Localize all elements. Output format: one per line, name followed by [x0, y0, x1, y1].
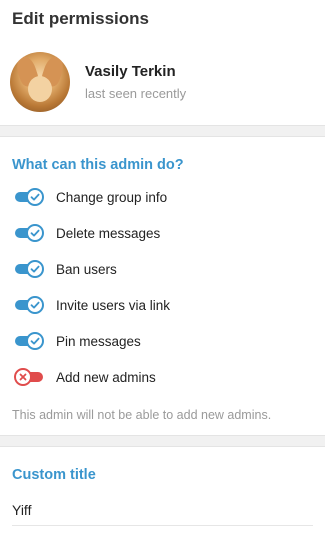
perm-label: Add new admins	[56, 369, 156, 385]
perm-label: Delete messages	[56, 225, 161, 241]
permissions-section-title: What can this admin do?	[12, 157, 184, 173]
user-row: Vasily Terkin last seen recently	[0, 38, 325, 125]
permission-note: This admin will not be able to add new a…	[12, 408, 272, 422]
custom-title-section-title: Custom title	[12, 467, 96, 483]
section-divider	[0, 435, 325, 447]
toggle-on-icon[interactable]	[14, 332, 44, 350]
custom-title-input[interactable]: Yiff	[12, 495, 313, 526]
avatar	[10, 51, 70, 112]
perm-label: Change group info	[56, 189, 168, 205]
user-name: Vasily Terkin	[85, 62, 176, 80]
section-divider	[0, 125, 325, 137]
perm-invite-users[interactable]: Invite users via link	[0, 287, 325, 323]
toggle-on-icon[interactable]	[14, 224, 44, 242]
toggle-off-icon[interactable]	[14, 368, 44, 386]
perm-add-new-admins[interactable]: Add new admins	[0, 359, 325, 395]
perm-ban-users[interactable]: Ban users	[0, 251, 325, 287]
perm-label: Invite users via link	[56, 297, 171, 313]
toggle-on-icon[interactable]	[14, 188, 44, 206]
perm-label: Pin messages	[56, 333, 141, 349]
perm-label: Ban users	[56, 261, 117, 277]
page-title: Edit permissions	[12, 9, 149, 28]
perm-change-group-info[interactable]: Change group info	[0, 179, 325, 215]
perm-pin-messages[interactable]: Pin messages	[0, 323, 325, 359]
toggle-on-icon[interactable]	[14, 296, 44, 314]
perm-delete-messages[interactable]: Delete messages	[0, 215, 325, 251]
user-status: last seen recently	[85, 85, 187, 101]
toggle-on-icon[interactable]	[14, 260, 44, 278]
